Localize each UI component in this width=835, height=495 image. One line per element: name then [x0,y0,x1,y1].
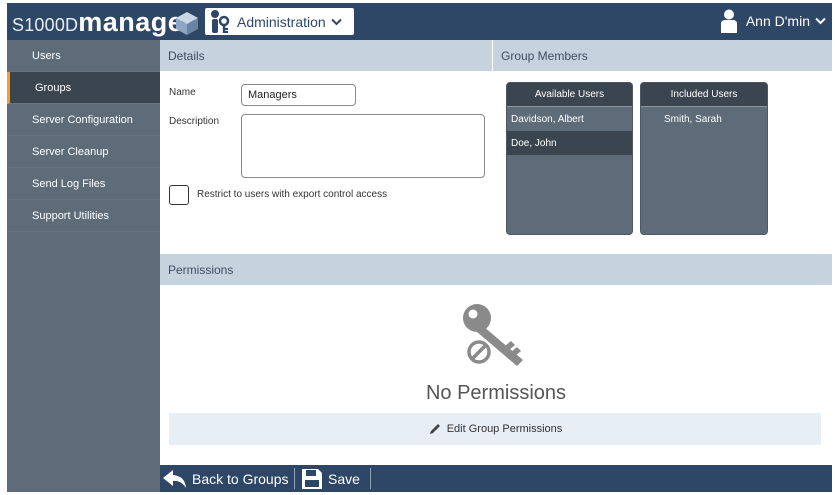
details-header: Details [160,40,492,71]
user-menu[interactable]: Ann D'min [720,6,826,36]
no-permissions-text: No Permissions [425,382,567,404]
group-members-header: Group Members [492,40,832,71]
sidebar-item-label: Groups [35,81,72,94]
chevron-down-icon [330,18,342,25]
included-users-title: Included Users [641,83,767,107]
sidebar-item-server-cleanup[interactable]: Server Cleanup [7,136,160,168]
section-title: Group Members [501,48,588,63]
app-logo[interactable]: S1000D manager [12,7,194,37]
section-title: Details [168,48,205,63]
key-disabled-icon [463,304,523,366]
sidebar-item-label: Server Configuration [32,113,133,126]
permissions-header: Permissions [160,254,832,285]
sidebar-item-users[interactable]: Users [7,40,160,72]
floppy-disk-icon [302,468,322,489]
save-label: Save [328,470,360,487]
included-users-list[interactable]: Included Users Smith, Sarah [640,82,768,235]
edit-permissions-label: Edit Group Permissions [446,423,563,435]
edit-group-permissions-button[interactable]: Edit Group Permissions [169,413,821,445]
sidebar: Users Groups Server Configuration Server… [7,40,160,492]
chevron-down-icon [815,17,826,25]
sidebar-item-support-utilities[interactable]: Support Utilities [7,200,160,232]
pencil-icon [429,424,440,434]
sidebar-item-label: Send Log Files [32,177,106,190]
sidebar-item-server-configuration[interactable]: Server Configuration [7,104,160,136]
sidebar-item-groups[interactable]: Groups [7,72,160,104]
name-label: Name [169,87,196,98]
user-name: Ann D'min [745,13,810,29]
administration-menu[interactable]: Administration [205,8,354,35]
export-control-label: Restrict to users with export control ac… [197,189,388,200]
description-label: Description [169,116,220,127]
brand-prefix: S1000D [12,15,79,35]
available-users-list[interactable]: Available Users Davidson, Albert Doe, Jo… [506,82,633,235]
sidebar-item-label: Server Cleanup [32,145,109,158]
export-control-checkbox[interactable] [169,185,189,205]
cube-icon [176,12,198,35]
sidebar-item-label: Support Utilities [32,209,110,222]
back-arrow-icon [163,469,186,488]
available-users-title: Available Users [507,83,632,107]
admin-keys-icon [211,9,230,33]
description-textarea[interactable] [241,114,485,178]
administration-label: Administration [237,13,326,30]
list-item[interactable]: Doe, John [507,131,632,155]
bottom-toolbar: Back to Groups Save [160,465,832,492]
sidebar-item-send-log-files[interactable]: Send Log Files [7,168,160,200]
person-icon [720,9,737,33]
top-bar: S1000D manager Administration Ann D'min [7,3,832,40]
list-item[interactable]: Davidson, Albert [507,107,632,131]
save-button[interactable]: Save [300,465,360,492]
section-title: Permissions [168,262,234,277]
back-to-groups-button[interactable]: Back to Groups [162,465,289,492]
list-item[interactable]: Smith, Sarah [641,107,767,131]
group-name-input[interactable] [241,84,356,106]
back-to-groups-label: Back to Groups [192,470,289,487]
toolbar-divider [294,468,295,489]
sidebar-item-label: Users [32,49,61,62]
toolbar-divider [370,468,371,489]
